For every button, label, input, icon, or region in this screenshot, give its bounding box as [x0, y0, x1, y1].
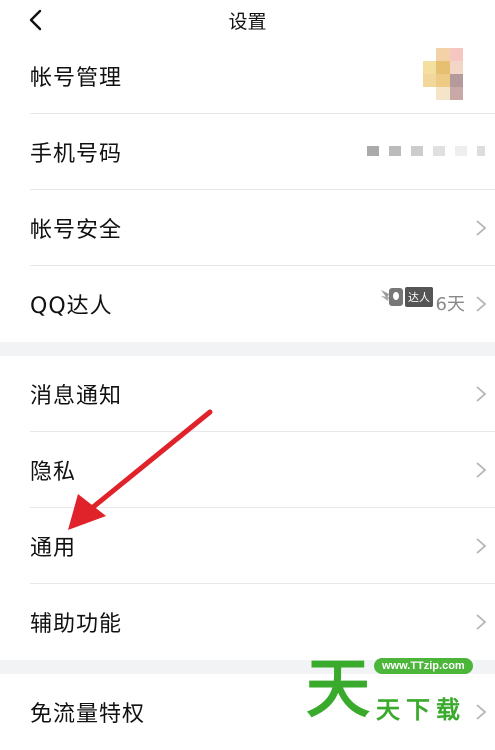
row-qq-expert[interactable]: QQ达人 达人 6天 — [0, 266, 495, 342]
chevron-right-icon — [476, 220, 487, 236]
row-label: QQ达人 — [30, 294, 113, 319]
row-label: 辅助功能 — [30, 612, 123, 637]
row-label: 消息通知 — [30, 384, 123, 409]
expert-days: 6天 — [435, 294, 465, 315]
row-label: 帐号管理 — [30, 66, 123, 91]
nav-bar: 设置 — [0, 0, 495, 40]
expert-badge: 达人 — [379, 284, 433, 310]
chevron-right-icon — [476, 614, 487, 630]
row-label: 隐私 — [30, 460, 77, 485]
chevron-right-icon — [476, 462, 487, 478]
row-label: 免流量特权 — [30, 702, 146, 727]
chevron-right-icon — [476, 296, 487, 312]
row-accessibility[interactable]: 辅助功能 — [0, 584, 495, 660]
account-section: 帐号管理 手机号码 帐号安全 QQ达人 达人 6天 — [0, 38, 495, 342]
masked-phone-number — [367, 146, 485, 156]
row-notifications[interactable]: 消息通知 — [0, 356, 495, 432]
row-account-management[interactable]: 帐号管理 — [0, 38, 495, 114]
row-general[interactable]: 通用 — [0, 508, 495, 584]
row-label: 帐号安全 — [30, 218, 123, 243]
row-phone-number[interactable]: 手机号码 — [0, 114, 495, 190]
general-section: 消息通知 隐私 通用 辅助功能 — [0, 356, 495, 660]
avatar — [423, 48, 463, 100]
watermark-big-char: 天 — [306, 653, 370, 727]
watermark-text: 天下载 — [376, 696, 466, 724]
row-account-security[interactable]: 帐号安全 — [0, 190, 495, 266]
page-title: 设置 — [228, 10, 267, 33]
row-privacy[interactable]: 隐私 — [0, 432, 495, 508]
watermark-url: www.TTzip.com — [374, 658, 473, 674]
badge-label: 达人 — [405, 287, 433, 307]
chevron-right-icon — [476, 386, 487, 402]
chevron-left-icon[interactable] — [24, 8, 48, 32]
row-label: 手机号码 — [30, 142, 123, 167]
row-label: 通用 — [30, 536, 77, 561]
chevron-right-icon — [476, 538, 487, 554]
watermark-logo: 天 www.TTzip.com 天下载 — [300, 650, 490, 742]
